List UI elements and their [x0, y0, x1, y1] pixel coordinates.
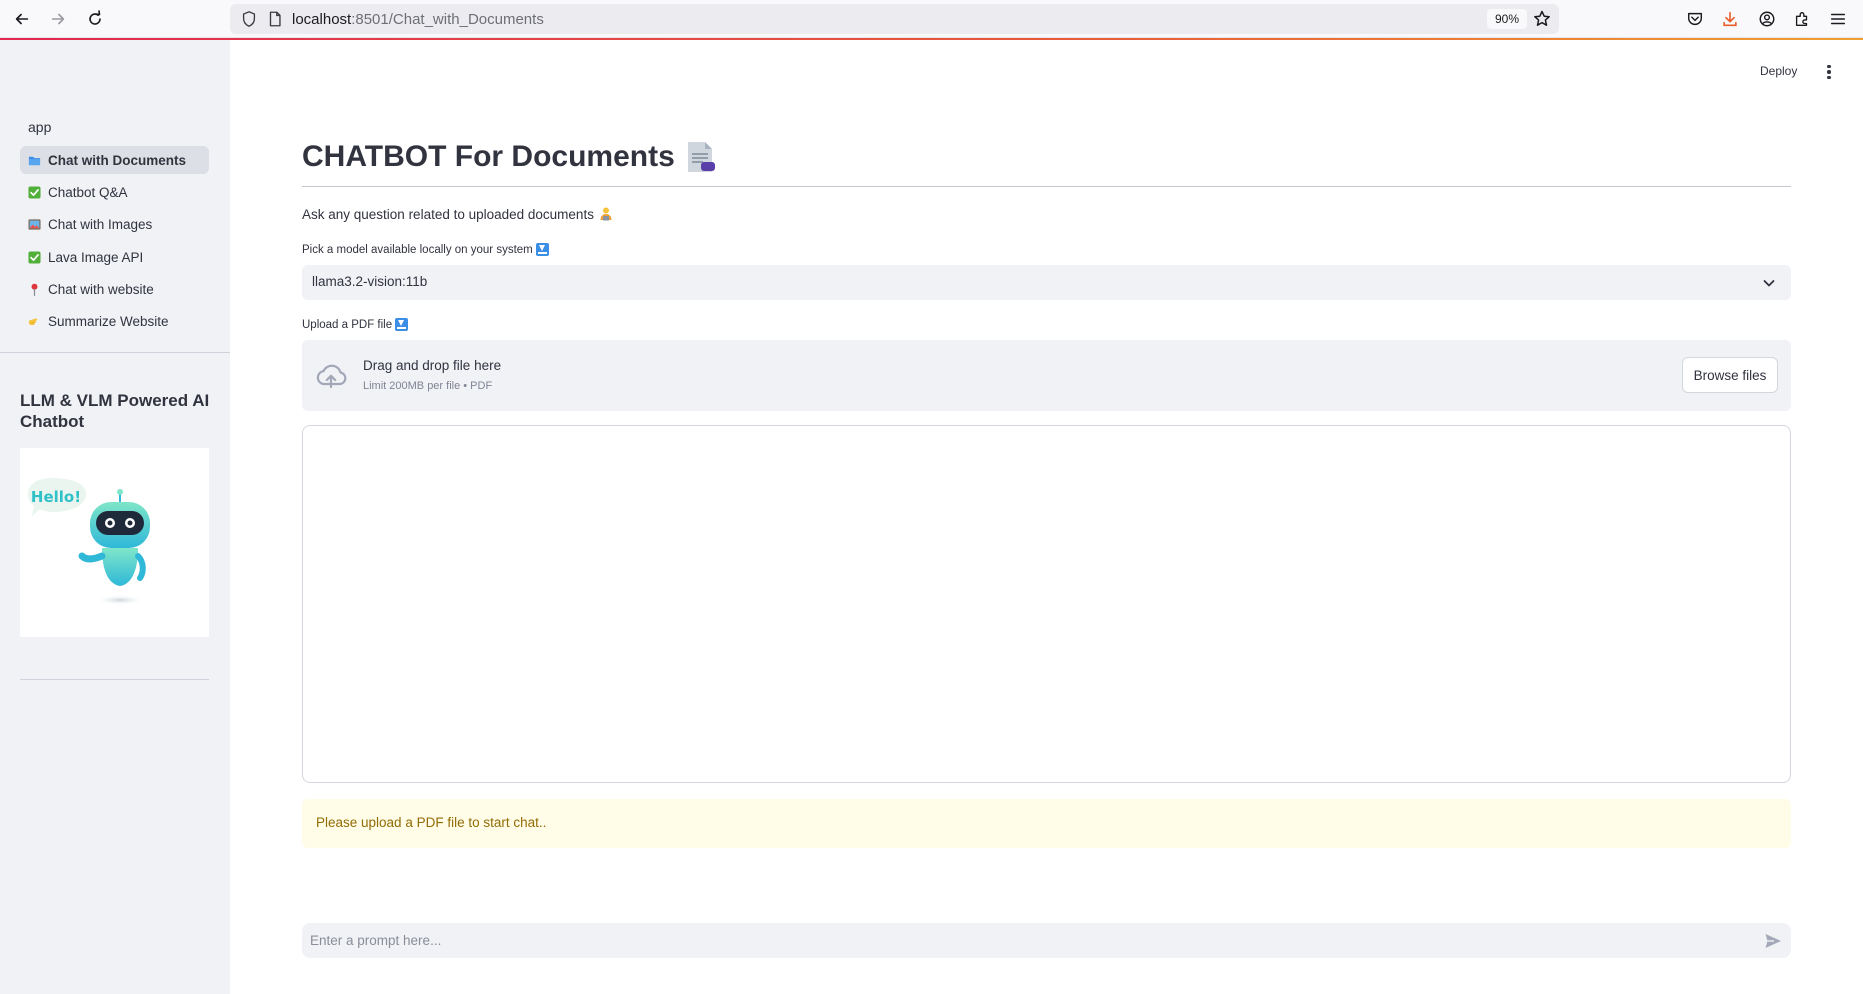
forward-arrow-icon[interactable] [46, 7, 70, 31]
page-load-progress [0, 38, 1863, 40]
bookmark-star-icon[interactable] [1532, 9, 1552, 29]
upload-label-text: Upload a PDF file [302, 318, 393, 331]
folder-icon [27, 153, 41, 167]
chat-prompt-input[interactable] [302, 923, 1742, 958]
dropzone-instructions: Drag and drop file here [363, 358, 502, 373]
back-arrow-icon[interactable] [10, 7, 34, 31]
page-title: CHATBOT For Documents [302, 140, 717, 174]
chat-input-container [302, 923, 1791, 958]
chat-history-container[interactable] [302, 425, 1791, 783]
download-icon[interactable] [1719, 8, 1741, 30]
sidebar-item-label: Chat with website [48, 282, 154, 298]
sidebar-item-label: Chat with Images [48, 217, 153, 233]
sidebar-nav: Chat with Documents Chatbot Q&A Chat wit… [20, 146, 209, 340]
send-icon[interactable] [1763, 931, 1783, 951]
title-divider [302, 186, 1791, 187]
chatbot-mascot-image: Hello! [20, 448, 209, 637]
sidebar-item-label: Chat with Documents [48, 152, 187, 168]
chevron-down-icon [1763, 280, 1775, 287]
sidebar-item-summarize-website[interactable]: Summarize Website [20, 308, 209, 336]
sidebar: app Chat with Documents Chatbot Q&A Chat… [0, 40, 230, 994]
sidebar-divider [0, 352, 230, 353]
picture-icon [27, 218, 41, 232]
sidebar-app-label: app [28, 119, 52, 135]
account-icon[interactable] [1756, 8, 1778, 30]
model-select-label-text: Pick a model available locally on your s… [302, 243, 533, 256]
sidebar-item-label: Chatbot Q&A [48, 184, 128, 200]
pushpin-icon [27, 283, 41, 297]
person-at-computer-icon [600, 207, 612, 221]
sidebar-heading: LLM & VLM Powered AI Chatbot [20, 391, 210, 431]
model-select[interactable]: llama3.2-vision:11b [302, 265, 1791, 300]
sidebar-item-chat-with-website[interactable]: Chat with website [20, 276, 209, 304]
deploy-button[interactable]: Deploy [1756, 62, 1801, 80]
reload-icon[interactable] [83, 7, 107, 31]
model-select-value: llama3.2-vision:11b [312, 274, 428, 289]
tracking-shield-icon[interactable] [240, 10, 258, 28]
menu-dot [1827, 64, 1831, 69]
main-menu-button[interactable] [1820, 62, 1838, 82]
down-arrow-box-icon [395, 318, 409, 331]
menu-dot [1827, 70, 1831, 74]
browser-toolbar: localhost:8501/Chat_with_Documents 90% [0, 0, 1863, 38]
check-box-icon [27, 185, 41, 199]
warning-text: Please upload a PDF file to start chat.. [316, 815, 547, 830]
subtitle-text: Ask any question related to uploaded doc… [302, 206, 594, 222]
page-info-icon[interactable] [266, 10, 284, 28]
dropzone-limit: Limit 200MB per file • PDF [363, 380, 493, 392]
pocket-icon[interactable] [1684, 8, 1706, 30]
page-title-text: CHATBOT For Documents [302, 140, 675, 173]
zoom-level[interactable]: 90% [1487, 9, 1527, 29]
warning-alert: Please upload a PDF file to start chat.. [302, 799, 1791, 848]
upload-label: Upload a PDF file [302, 318, 409, 331]
sidebar-item-chat-with-documents[interactable]: Chat with Documents [20, 146, 209, 174]
document-icon [687, 142, 715, 172]
file-dropzone[interactable]: Drag and drop file here Limit 200MB per … [302, 340, 1791, 411]
sidebar-item-chat-with-images[interactable]: Chat with Images [20, 211, 209, 239]
url-text: localhost:8501/Chat_with_Documents [292, 11, 544, 28]
sidebar-item-lava-image-api[interactable]: Lava Image API [20, 243, 209, 271]
down-arrow-box-icon [535, 243, 549, 256]
address-bar[interactable]: localhost:8501/Chat_with_Documents 90% [230, 4, 1559, 34]
cloud-upload-icon [316, 364, 347, 389]
menu-dot [1827, 75, 1831, 80]
check-box-icon [27, 250, 41, 264]
hamburger-menu-icon[interactable] [1827, 8, 1849, 30]
sidebar-item-label: Summarize Website [48, 314, 169, 330]
page-subtitle: Ask any question related to uploaded doc… [302, 206, 614, 222]
extensions-icon[interactable] [1791, 8, 1813, 30]
pointing-hand-icon [27, 315, 41, 329]
hello-bubble-text: Hello! [31, 488, 81, 506]
sidebar-item-label: Lava Image API [48, 249, 144, 265]
sidebar-divider [20, 679, 209, 680]
browse-files-button[interactable]: Browse files [1682, 357, 1778, 393]
model-select-label: Pick a model available locally on your s… [302, 243, 549, 256]
sidebar-item-chatbot-qa[interactable]: Chatbot Q&A [20, 178, 209, 206]
